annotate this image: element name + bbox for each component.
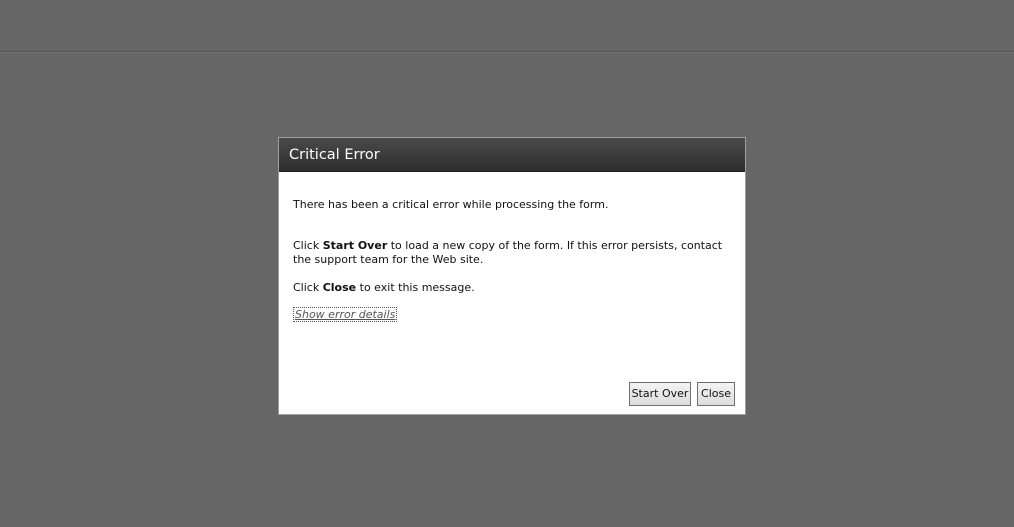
- dialog-title: Critical Error: [279, 138, 745, 172]
- instruction-bold: Close: [322, 281, 357, 294]
- instruction-suffix: to exit this message.: [356, 281, 475, 294]
- instruction-bold: Start Over: [322, 239, 388, 252]
- close-button[interactable]: Close: [697, 382, 735, 406]
- critical-error-dialog: Critical Error There has been a critical…: [278, 137, 746, 415]
- error-message: There has been a critical error while pr…: [293, 198, 609, 211]
- close-instruction: Click Close to exit this message.: [293, 281, 723, 295]
- instruction-prefix: Click: [293, 239, 323, 252]
- start-over-button[interactable]: Start Over: [629, 382, 691, 406]
- instruction-prefix: Click: [293, 281, 323, 294]
- start-over-instruction: Click Start Over to load a new copy of t…: [293, 239, 723, 267]
- show-error-details-link[interactable]: Show error details: [293, 307, 398, 322]
- modal-overlay: Critical Error There has been a critical…: [0, 0, 1014, 527]
